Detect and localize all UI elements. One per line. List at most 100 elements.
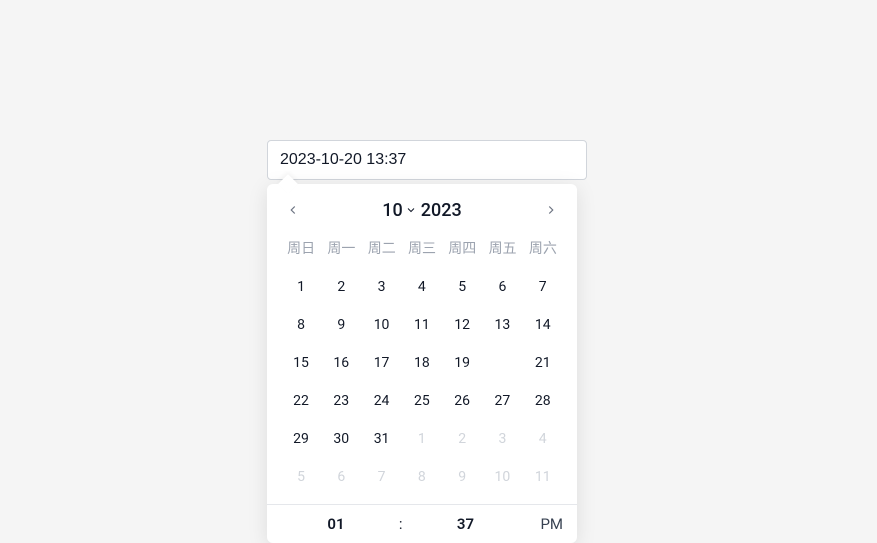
day-cell[interactable]: 24 [362, 382, 402, 420]
calendar-header: 10 2023 [281, 198, 563, 222]
day-number: 7 [378, 469, 386, 485]
day-number: 3 [378, 279, 386, 295]
day-number: 5 [458, 279, 466, 295]
day-number: 25 [414, 393, 430, 409]
day-cell[interactable]: 15 [281, 344, 321, 382]
day-number: 24 [374, 393, 390, 409]
day-number: 8 [418, 469, 426, 485]
day-cell[interactable]: 8 [281, 306, 321, 344]
day-cell[interactable]: 19 [442, 344, 482, 382]
day-number: 2 [337, 279, 345, 295]
hour-value[interactable]: 01 [281, 515, 391, 533]
month-label: 10 [382, 200, 402, 221]
weekday-label: 周四 [442, 232, 482, 264]
day-cell[interactable]: 11 [402, 306, 442, 344]
day-cell[interactable]: 27 [482, 382, 522, 420]
day-number: 29 [293, 431, 309, 447]
day-number: 21 [535, 355, 551, 371]
weekday-label: 周五 [482, 232, 522, 264]
day-cell[interactable]: 31 [362, 420, 402, 458]
day-number: 4 [418, 279, 426, 295]
day-number: 5 [297, 469, 305, 485]
day-cell[interactable]: 7 [523, 268, 563, 306]
day-cell[interactable]: 3 [482, 420, 522, 458]
day-cell[interactable]: 6 [482, 268, 522, 306]
day-cell[interactable]: 6 [321, 458, 361, 496]
day-cell[interactable]: 9 [321, 306, 361, 344]
day-number: 12 [454, 317, 470, 333]
day-cell[interactable]: 13 [482, 306, 522, 344]
year-label[interactable]: 2023 [421, 200, 462, 221]
day-number: 9 [337, 317, 345, 333]
day-cell[interactable]: 4 [402, 268, 442, 306]
day-cell[interactable]: 12 [442, 306, 482, 344]
day-cell[interactable]: 18 [402, 344, 442, 382]
day-number: 10 [374, 317, 390, 333]
day-number: 17 [374, 355, 390, 371]
day-number: 30 [333, 431, 349, 447]
day-cell[interactable]: 5 [281, 458, 321, 496]
day-cell[interactable]: 21 [523, 344, 563, 382]
day-number: 14 [535, 317, 551, 333]
day-cell[interactable]: 3 [362, 268, 402, 306]
day-cell[interactable]: 30 [321, 420, 361, 458]
chevron-down-icon [405, 204, 417, 216]
weekday-label: 周六 [523, 232, 563, 264]
day-number: 31 [374, 431, 390, 447]
time-separator: : [391, 515, 411, 533]
weekday-row: 周日 周一 周二 周三 周四 周五 周六 [281, 232, 563, 264]
day-number: 6 [498, 279, 506, 295]
day-cell[interactable]: 16 [321, 344, 361, 382]
day-number: 11 [414, 317, 430, 333]
day-number: 19 [454, 355, 470, 371]
day-cell[interactable]: 10 [362, 306, 402, 344]
ampm-toggle[interactable]: PM [520, 515, 563, 533]
day-cell[interactable]: 4 [523, 420, 563, 458]
day-cell[interactable]: 22 [281, 382, 321, 420]
day-cell[interactable]: 28 [523, 382, 563, 420]
day-cell[interactable]: 2 [442, 420, 482, 458]
chevron-left-icon [286, 203, 300, 217]
day-number: 10 [495, 469, 511, 485]
day-number: 28 [535, 393, 551, 409]
month-select[interactable]: 10 [382, 200, 416, 221]
minute-value[interactable]: 37 [411, 515, 521, 533]
day-number: 15 [293, 355, 309, 371]
day-number: 16 [333, 355, 349, 371]
day-cell[interactable]: 26 [442, 382, 482, 420]
day-number: 20 [495, 355, 511, 371]
day-cell[interactable]: 25 [402, 382, 442, 420]
day-cell[interactable]: 1 [281, 268, 321, 306]
day-number: 4 [539, 431, 547, 447]
day-cell[interactable]: 17 [362, 344, 402, 382]
day-cell[interactable]: 9 [442, 458, 482, 496]
day-number: 2 [458, 431, 466, 447]
day-number: 1 [418, 431, 426, 447]
day-cell[interactable]: 11 [523, 458, 563, 496]
day-cell[interactable]: 14 [523, 306, 563, 344]
day-cell[interactable]: 7 [362, 458, 402, 496]
day-number: 26 [454, 393, 470, 409]
day-number: 23 [333, 393, 349, 409]
day-number: 22 [293, 393, 309, 409]
day-cell[interactable]: 20 [482, 344, 522, 382]
month-year-selector: 10 2023 [382, 200, 461, 221]
day-number: 18 [414, 355, 430, 371]
day-cell[interactable]: 5 [442, 268, 482, 306]
datetime-input[interactable] [267, 140, 587, 180]
day-number: 1 [297, 279, 305, 295]
prev-month-button[interactable] [281, 198, 305, 222]
day-number: 3 [498, 431, 506, 447]
day-cell[interactable]: 2 [321, 268, 361, 306]
day-cell[interactable]: 8 [402, 458, 442, 496]
day-number: 8 [297, 317, 305, 333]
day-cell[interactable]: 10 [482, 458, 522, 496]
day-number: 27 [495, 393, 511, 409]
day-cell[interactable]: 29 [281, 420, 321, 458]
day-cell[interactable]: 1 [402, 420, 442, 458]
day-number: 6 [337, 469, 345, 485]
day-number: 13 [495, 317, 511, 333]
day-cell[interactable]: 23 [321, 382, 361, 420]
weekday-label: 周二 [362, 232, 402, 264]
next-month-button[interactable] [539, 198, 563, 222]
